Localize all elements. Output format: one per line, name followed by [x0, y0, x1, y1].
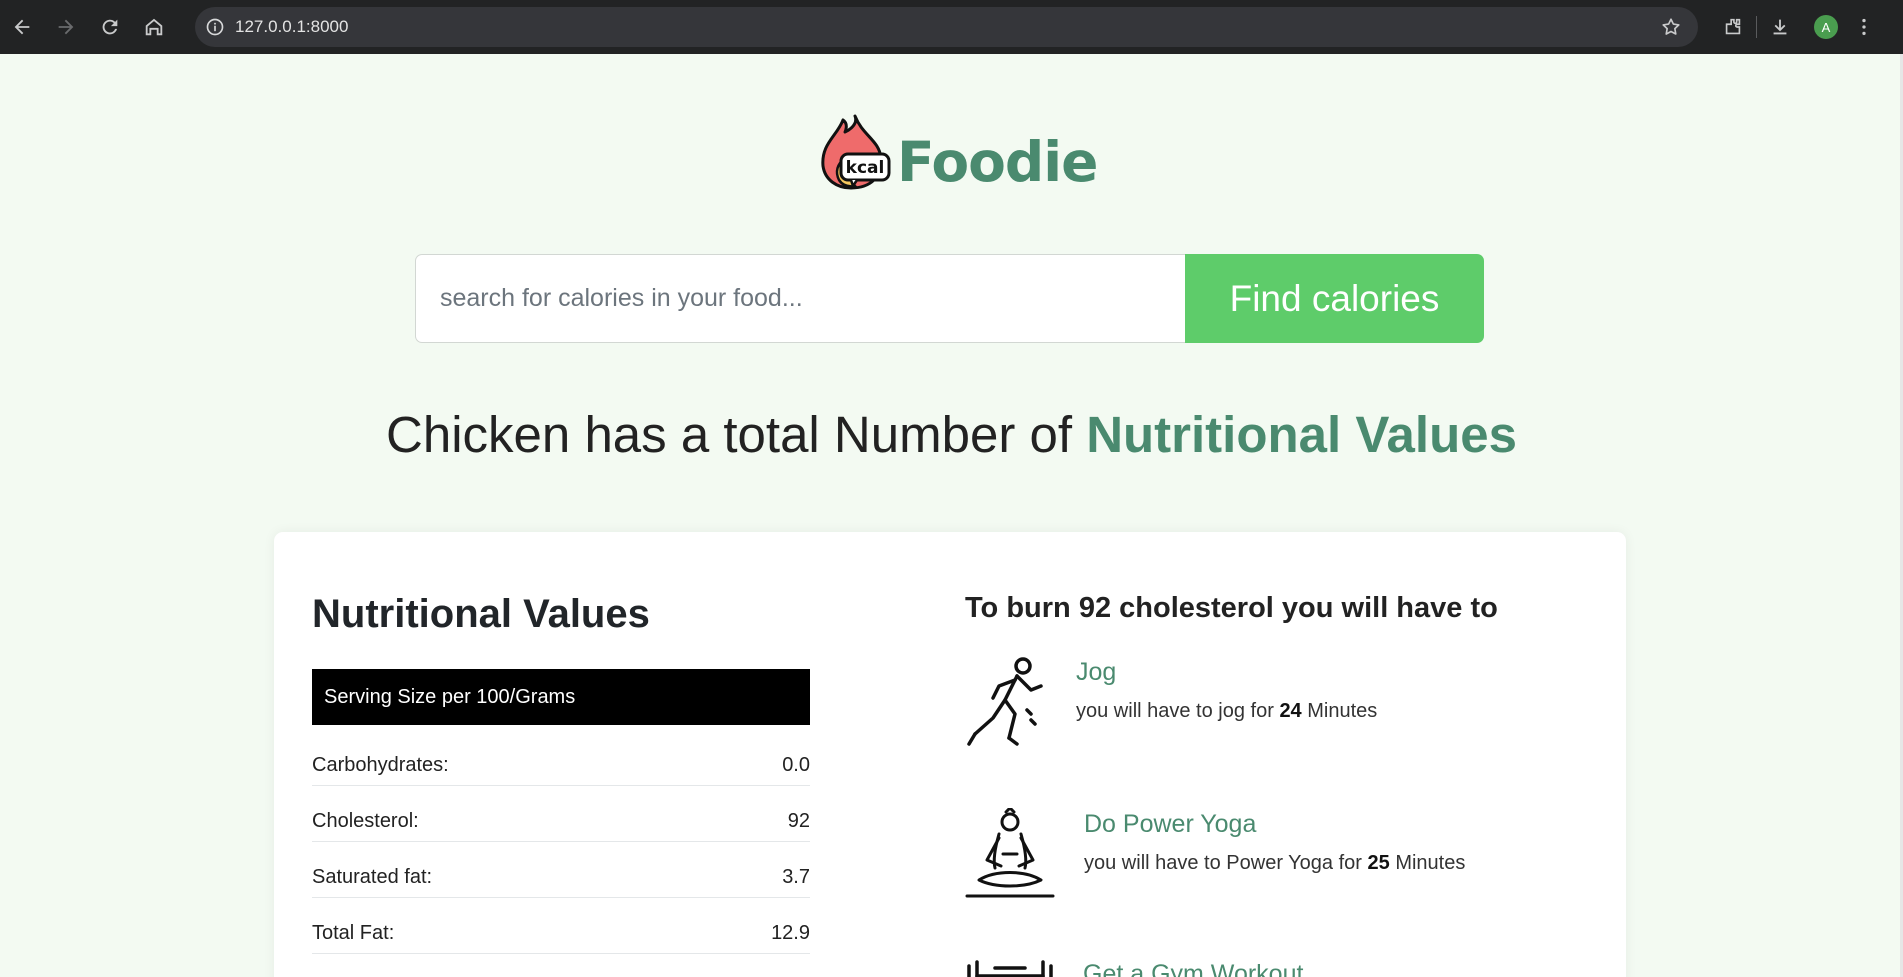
puzzle-icon	[1725, 18, 1741, 35]
nutrient-value: 3.7	[782, 866, 810, 888]
reload-icon	[102, 19, 118, 35]
burn-title: To burn 92 cholesterol you will have to	[965, 592, 1498, 624]
back-button[interactable]	[0, 0, 44, 54]
nutrient-label: Cholesterol:	[312, 810, 419, 832]
exercise-description: you will have to Power Yoga for 25 Minut…	[1084, 852, 1466, 874]
flame-kcal-icon: kcal	[821, 114, 891, 190]
downloads-button[interactable]	[1757, 0, 1803, 54]
kcal-badge-text: kcal	[846, 158, 885, 178]
kebab-menu-icon	[1862, 18, 1866, 36]
bookmark-star-icon[interactable]	[1660, 16, 1682, 43]
arrow-left-icon	[14, 19, 30, 35]
exercise-minutes: 24	[1279, 700, 1302, 722]
exercise-item-gym: Get a Gym Workout	[965, 956, 1505, 977]
browser-toolbar: 127.0.0.1:8000 A	[0, 0, 1903, 54]
jogging-icon	[967, 657, 1043, 746]
headline-accent: Nutritional Values	[1086, 406, 1517, 463]
profile-button[interactable]: A	[1803, 0, 1849, 54]
exercise-description: you will have to jog for 24 Minutes	[1076, 700, 1378, 722]
exercise-name[interactable]: Jog	[1076, 658, 1116, 687]
results-card: Nutritional Values Serving Size per 100/…	[274, 532, 1626, 977]
site-info-icon[interactable]	[195, 7, 235, 47]
home-button[interactable]	[132, 0, 176, 54]
site-logo[interactable]: kcal Foodie	[815, 110, 1098, 194]
nutrient-label: Saturated fat:	[312, 866, 433, 888]
arrow-right-icon	[58, 19, 74, 35]
nutrient-label: Total Fat:	[312, 922, 395, 944]
reload-button[interactable]	[88, 0, 132, 54]
search-input[interactable]	[415, 254, 1185, 343]
nutrition-row: Cholesterol: 92	[312, 802, 810, 842]
exercise-minutes: 25	[1367, 852, 1390, 874]
exercise-item-yoga: Do Power Yoga you will have to Power Yog…	[965, 808, 1505, 908]
gym-icon	[967, 960, 1053, 977]
yoga-icon	[965, 808, 1055, 898]
home-icon	[145, 18, 163, 36]
find-calories-button[interactable]: Find calories	[1185, 254, 1484, 343]
extensions-button[interactable]	[1710, 0, 1756, 54]
nutrition-row: Total Fat: 12.9	[312, 914, 810, 954]
nutrient-value: 92	[787, 810, 810, 832]
logo-wordmark: Foodie	[897, 130, 1098, 194]
exercise-item-jog: Jog you will have to jog for 24 Minutes	[965, 656, 1505, 756]
avatar: A	[1814, 15, 1838, 39]
nutrient-value: 12.9	[771, 922, 810, 944]
headline-prefix: Chicken has a total Number of	[386, 406, 1087, 463]
forward-button[interactable]	[44, 0, 88, 54]
download-icon	[1773, 19, 1787, 35]
nutrition-row: Saturated fat: 3.7	[312, 858, 810, 898]
menu-button[interactable]	[1849, 0, 1879, 54]
result-headline: Chicken has a total Number of Nutritiona…	[0, 405, 1903, 464]
exercise-name[interactable]: Get a Gym Workout	[1083, 960, 1303, 977]
exercise-name[interactable]: Do Power Yoga	[1084, 810, 1256, 839]
nutrient-value: 0.0	[782, 754, 810, 776]
address-bar[interactable]: 127.0.0.1:8000	[195, 7, 1698, 47]
nutrition-row: Carbohydrates: 0.0	[312, 746, 810, 786]
serving-size-header: Serving Size per 100/Grams	[312, 669, 810, 725]
nutrition-title: Nutritional Values	[312, 592, 650, 636]
url-text[interactable]: 127.0.0.1:8000	[235, 17, 348, 37]
search-form: Find calories	[415, 254, 1484, 343]
nutrient-label: Carbohydrates:	[312, 754, 449, 776]
